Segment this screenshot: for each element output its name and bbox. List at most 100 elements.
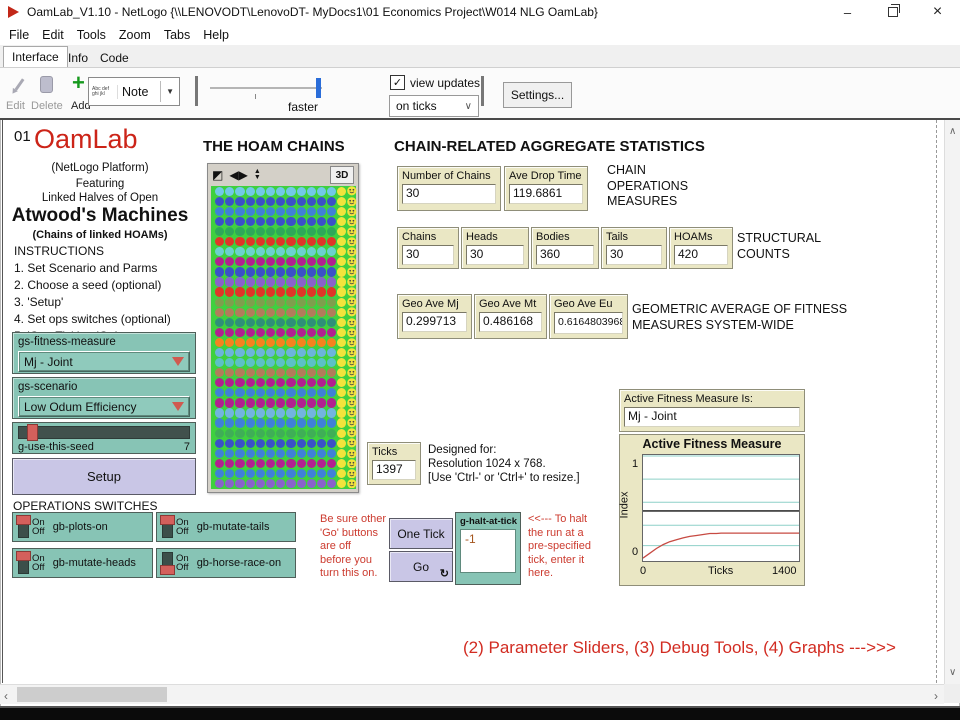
switch-gb-mutate-tails[interactable]: OnOff gb-mutate-tails (156, 512, 296, 542)
hoam-dot (266, 479, 275, 488)
hoam-dot (307, 429, 316, 438)
speed-slider-track[interactable] (210, 87, 322, 89)
tab-interface[interactable]: Interface (3, 46, 68, 67)
scroll-up-icon[interactable]: ∧ (949, 126, 956, 137)
chooser-gs-fitness-measure[interactable]: gs-fitness-measure Mj - Joint (12, 332, 196, 374)
hoam-dot (327, 348, 336, 357)
minimize-button[interactable]: – (825, 0, 870, 24)
slider-g-use-this-seed[interactable]: g-use-this-seed7 (12, 422, 196, 454)
chain-end-dot (337, 187, 346, 196)
hoam-dot (225, 368, 234, 377)
speed-slider-handle[interactable] (316, 78, 321, 98)
chooser-gs-scenario[interactable]: gs-scenario Low Odum Efficiency (12, 377, 196, 419)
hoam-dot (225, 247, 234, 256)
app-icon (8, 6, 19, 18)
switch-gb-horse-race-on[interactable]: OnOff gb-horse-race-on (156, 548, 296, 578)
chain-row (215, 237, 356, 247)
vertical-scrollbar[interactable]: ∧ ∨ (944, 120, 960, 684)
ops-switches-title: OPERATIONS SWITCHES (13, 499, 157, 513)
caption-structural-counts: STRUCTURALCOUNTS (737, 231, 821, 262)
switch-gb-plots-on[interactable]: OnOff gb-plots-on (12, 512, 153, 542)
instruction-item: 3. 'Setup' (14, 294, 171, 311)
scroll-down-icon[interactable]: ∨ (949, 667, 956, 678)
world-canvas[interactable] (211, 186, 356, 489)
menu-file[interactable]: File (9, 28, 29, 42)
hoam-dot (225, 418, 234, 427)
hoam-dot (235, 187, 244, 196)
menu-edit[interactable]: Edit (42, 28, 64, 42)
smiley-face-icon (347, 328, 357, 338)
menu-tabs[interactable]: Tabs (164, 28, 190, 42)
hoam-dot (225, 187, 234, 196)
smiley-face-icon (347, 257, 357, 267)
hoam-dot (246, 318, 255, 327)
view-updates-checkbox[interactable]: ✓ view updates (390, 75, 480, 90)
scroll-left-icon[interactable]: ‹ (4, 689, 8, 703)
menu-tools[interactable]: Tools (77, 28, 106, 42)
restore-button[interactable] (870, 0, 915, 24)
setup-button[interactable]: Setup (12, 458, 196, 495)
switch-onoff-labels: OnOff (32, 518, 45, 537)
hoam-dot (327, 398, 336, 407)
hoam-dot (276, 187, 285, 196)
chain-row (215, 408, 356, 418)
chain-end-dot (337, 459, 346, 468)
hoam-dot (276, 358, 285, 367)
smiley-face-icon (347, 307, 357, 317)
resize-horizontal-icon[interactable]: ◀▶ (229, 169, 247, 181)
monitor-tails: Tails 30 (601, 227, 667, 269)
menu-zoom[interactable]: Zoom (119, 28, 151, 42)
input-g-halt-at-tick[interactable]: g-halt-at-tick -1 (455, 512, 521, 585)
hoam-dot (215, 237, 224, 246)
hoam-dot (225, 217, 234, 226)
netlogo-window: OamLab_V1.10 - NetLogo {\\LENOVODT\Lenov… (0, 0, 960, 720)
one-tick-button[interactable]: One Tick (389, 518, 453, 549)
horizontal-scrollbar[interactable]: ‹ › (0, 684, 944, 704)
menu-help[interactable]: Help (203, 28, 229, 42)
settings-button[interactable]: Settings... (503, 82, 572, 108)
delete-tool-label: Delete (31, 100, 63, 112)
close-button[interactable]: × (915, 0, 960, 24)
hoam-dot (286, 298, 295, 307)
hoam-dot (297, 418, 306, 427)
delete-tool-button[interactable] (40, 76, 53, 93)
hoam-dot (246, 227, 255, 236)
view-3d-button[interactable]: 3D (330, 166, 354, 184)
switch-toggle[interactable] (162, 552, 173, 574)
add-tool-button[interactable]: + (72, 74, 85, 92)
resize-vertical-icon[interactable]: ▲▼ (254, 169, 261, 181)
edit-tool-button[interactable] (10, 76, 30, 94)
switch-gb-mutate-heads[interactable]: OnOff gb-mutate-heads (12, 548, 153, 578)
scrollbar-thumb[interactable] (17, 687, 167, 702)
halt-at-tick-field[interactable]: -1 (460, 529, 516, 573)
resize-corner-icon[interactable]: ◩ (212, 169, 223, 181)
switch-toggle[interactable] (18, 552, 29, 574)
tab-info[interactable]: Info (60, 48, 96, 68)
world-view[interactable]: ◩ ◀▶ ▲▼ 3D (207, 163, 359, 493)
slider-handle[interactable] (27, 424, 38, 441)
hoam-dot (256, 429, 265, 438)
hoam-dot (225, 449, 234, 458)
chooser-value[interactable]: Low Odum Efficiency (18, 396, 190, 417)
go-button[interactable]: Go ↻ (389, 551, 453, 582)
update-mode-dropdown[interactable]: on ticks ∨ (389, 95, 479, 117)
widget-type-selector[interactable]: Abc def ghi jkl Note ▼ (88, 77, 180, 106)
monitor-value: 119.6861 (509, 184, 583, 204)
tab-code[interactable]: Code (92, 48, 137, 68)
chooser-value[interactable]: Mj - Joint (18, 351, 190, 372)
pencil-icon (15, 78, 25, 90)
switch-toggle[interactable] (18, 516, 29, 538)
window-title: OamLab_V1.10 - NetLogo {\\LENOVODT\Lenov… (27, 5, 598, 19)
switch-toggle[interactable] (162, 516, 173, 538)
smiley-face-icon (347, 348, 357, 358)
hoam-dot (256, 418, 265, 427)
hoam-dot (327, 368, 336, 377)
hoam-dot (246, 368, 255, 377)
slider-track[interactable] (18, 426, 190, 439)
hoam-dot (307, 318, 316, 327)
hoam-dot (246, 358, 255, 367)
monitor-value: 360 (536, 245, 594, 265)
subtitle-line: Linked Halves of Open (0, 192, 200, 205)
chain-end-dot (337, 348, 346, 357)
scroll-right-icon[interactable]: › (934, 689, 938, 703)
